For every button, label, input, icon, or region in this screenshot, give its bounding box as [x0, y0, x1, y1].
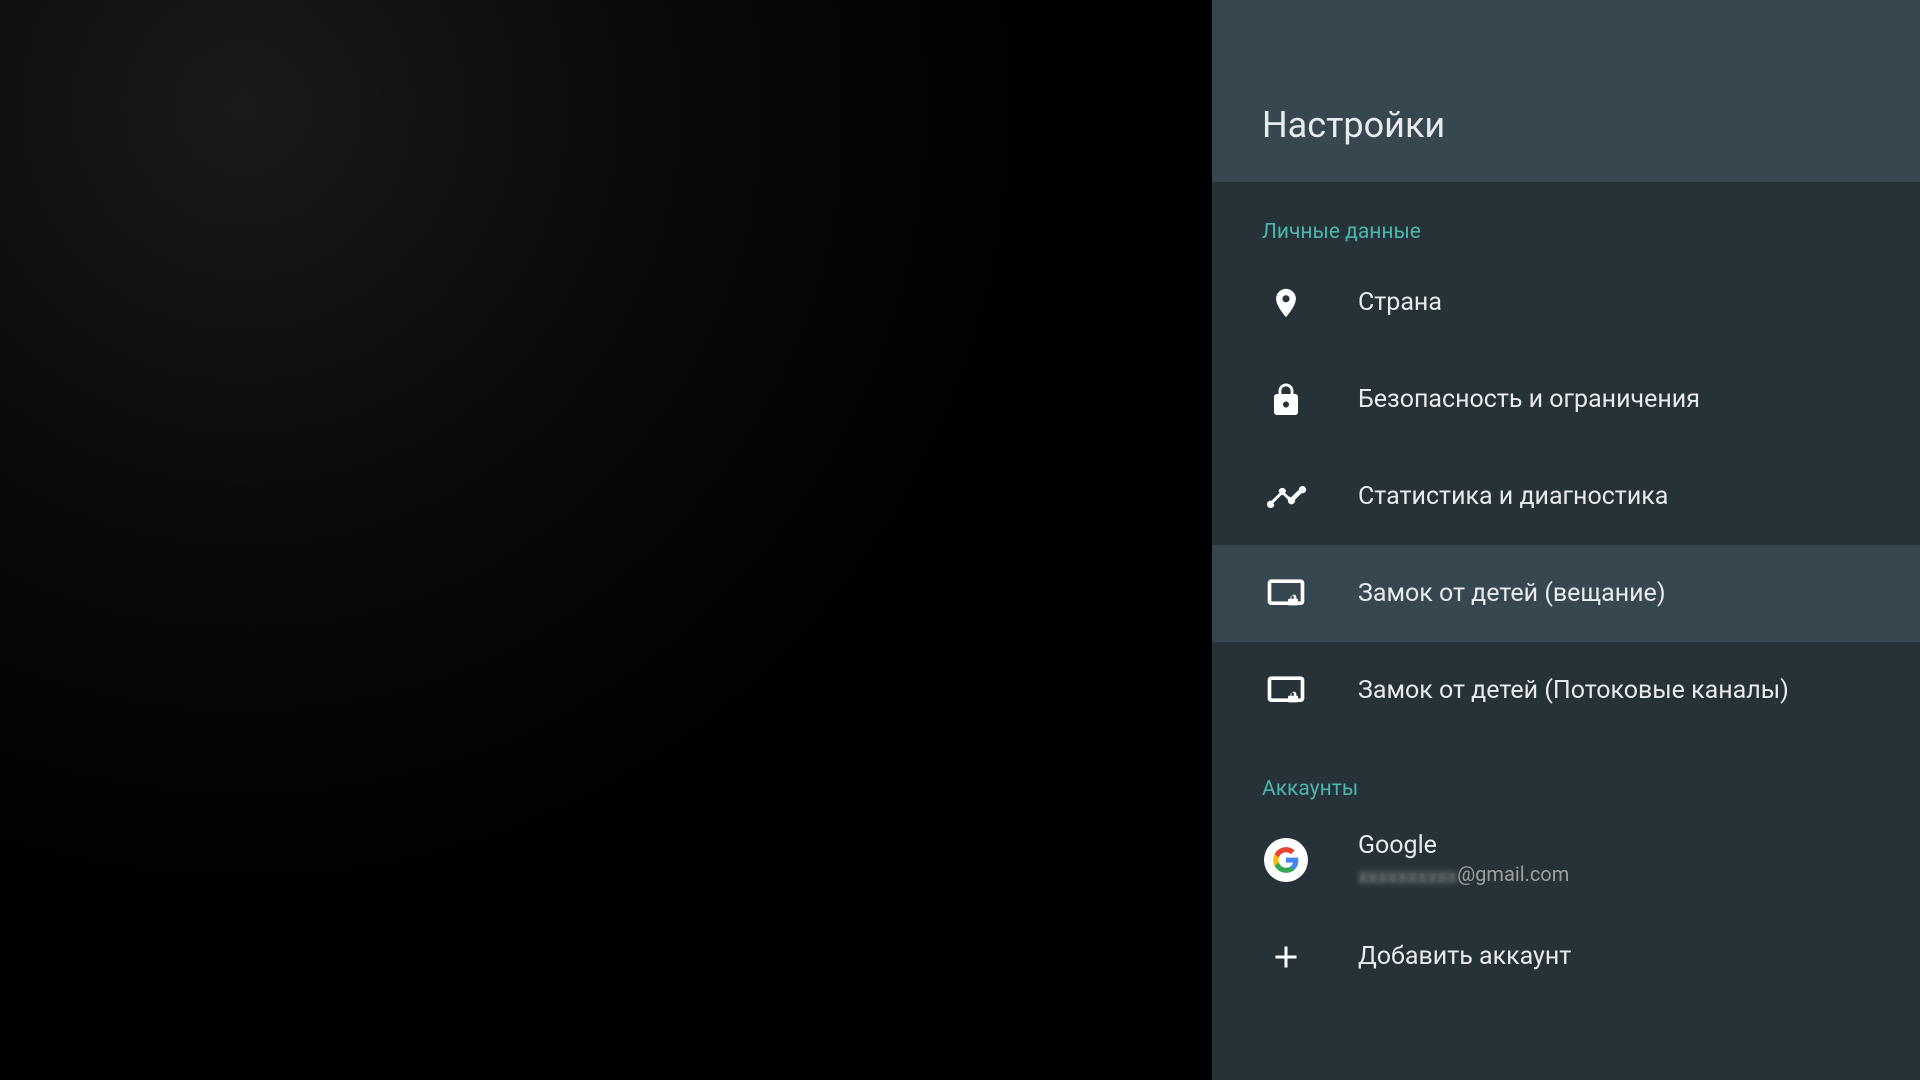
item-label: Страна	[1358, 288, 1442, 317]
settings-item-childlock-broadcast[interactable]: Замок от детей (вещание)	[1212, 545, 1920, 642]
section-label-accounts: Аккаунты	[1212, 739, 1920, 811]
settings-item-stats[interactable]: Статистика и диагностика	[1212, 448, 1920, 545]
item-label: Безопасность и ограничения	[1358, 385, 1700, 414]
settings-panel: Настройки Личные данные Страна Безопасно…	[1212, 0, 1920, 1080]
item-label: Статистика и диагностика	[1358, 482, 1668, 511]
settings-item-add-account[interactable]: Добавить аккаунт	[1212, 908, 1920, 1005]
item-label: Замок от детей (вещание)	[1358, 579, 1666, 608]
google-icon	[1262, 836, 1310, 884]
item-label: Google	[1358, 831, 1569, 860]
item-label: Добавить аккаунт	[1358, 942, 1571, 971]
settings-item-google-account[interactable]: Google xxxxxxxxxx @gmail.com	[1212, 811, 1920, 908]
background-area	[0, 0, 1212, 1080]
panel-header: Настройки	[1212, 0, 1920, 182]
plus-icon	[1262, 933, 1310, 981]
settings-item-childlock-streaming[interactable]: Замок от детей (Потоковые каналы)	[1212, 642, 1920, 739]
timeline-icon	[1262, 473, 1310, 521]
location-pin-icon	[1262, 279, 1310, 327]
item-label: Замок от детей (Потоковые каналы)	[1358, 676, 1789, 705]
screen-lock-icon	[1262, 667, 1310, 715]
panel-title: Настройки	[1262, 104, 1445, 146]
settings-item-security[interactable]: Безопасность и ограничения	[1212, 351, 1920, 448]
lock-icon	[1262, 376, 1310, 424]
screen-lock-icon	[1262, 570, 1310, 618]
account-email: xxxxxxxxxx @gmail.com	[1358, 862, 1569, 888]
settings-item-country[interactable]: Страна	[1212, 254, 1920, 351]
section-label-personal: Личные данные	[1212, 182, 1920, 254]
